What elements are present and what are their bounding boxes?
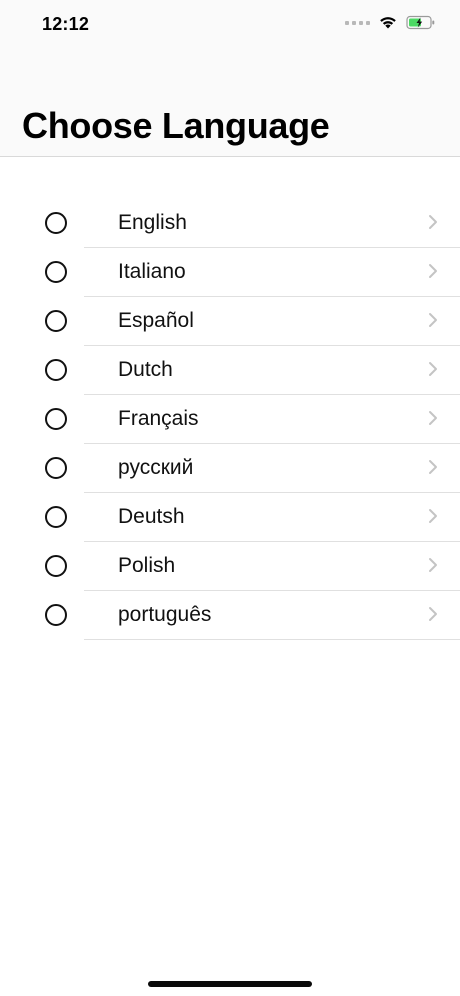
status-bar: 12:12 [0, 0, 460, 50]
battery-charging-icon [406, 15, 435, 30]
chevron-right-icon [429, 215, 437, 229]
language-item-russian[interactable]: русский [0, 444, 460, 493]
radio-button[interactable] [45, 506, 67, 528]
radio-button[interactable] [45, 261, 67, 283]
chevron-right-icon [429, 509, 437, 523]
signal-dots-icon [345, 20, 370, 25]
status-icons [345, 15, 436, 30]
language-label: Italiano [118, 260, 186, 283]
chevron-right-icon [429, 460, 437, 474]
language-label: Dutch [118, 358, 173, 381]
chevron-right-icon [429, 558, 437, 572]
radio-button[interactable] [45, 310, 67, 332]
language-item-francais[interactable]: Français [0, 395, 460, 444]
language-item-portugues[interactable]: português [0, 591, 460, 640]
language-label: Español [118, 309, 194, 332]
chevron-right-icon [429, 411, 437, 425]
wifi-icon [380, 17, 396, 29]
chevron-right-icon [429, 607, 437, 621]
choose-language-screen: 12:12 Choose Language English Italiano E… [0, 0, 460, 996]
separator [84, 639, 460, 640]
radio-button[interactable] [45, 359, 67, 381]
radio-button[interactable] [45, 212, 67, 234]
language-list: English Italiano Español Dutch Français [0, 199, 460, 640]
home-indicator[interactable] [148, 981, 312, 987]
page-title: Choose Language [22, 105, 330, 146]
language-item-espanol[interactable]: Español [0, 297, 460, 346]
language-item-english[interactable]: English [0, 199, 460, 248]
language-label: Deutsh [118, 505, 185, 528]
language-item-italiano[interactable]: Italiano [0, 248, 460, 297]
nav-header: Choose Language [0, 50, 460, 157]
language-item-polish[interactable]: Polish [0, 542, 460, 591]
status-time: 12:12 [42, 14, 90, 34]
chevron-right-icon [429, 313, 437, 327]
radio-button[interactable] [45, 457, 67, 479]
language-label: Français [118, 407, 199, 430]
language-label: Polish [118, 554, 176, 577]
language-item-deutsh[interactable]: Deutsh [0, 493, 460, 542]
language-item-dutch[interactable]: Dutch [0, 346, 460, 395]
chevron-right-icon [429, 362, 437, 376]
radio-button[interactable] [45, 604, 67, 626]
radio-button[interactable] [45, 408, 67, 430]
chevron-right-icon [429, 264, 437, 278]
language-label: русский [118, 456, 194, 479]
language-label: English [118, 211, 187, 234]
language-label: português [118, 603, 212, 626]
radio-button[interactable] [45, 555, 67, 577]
